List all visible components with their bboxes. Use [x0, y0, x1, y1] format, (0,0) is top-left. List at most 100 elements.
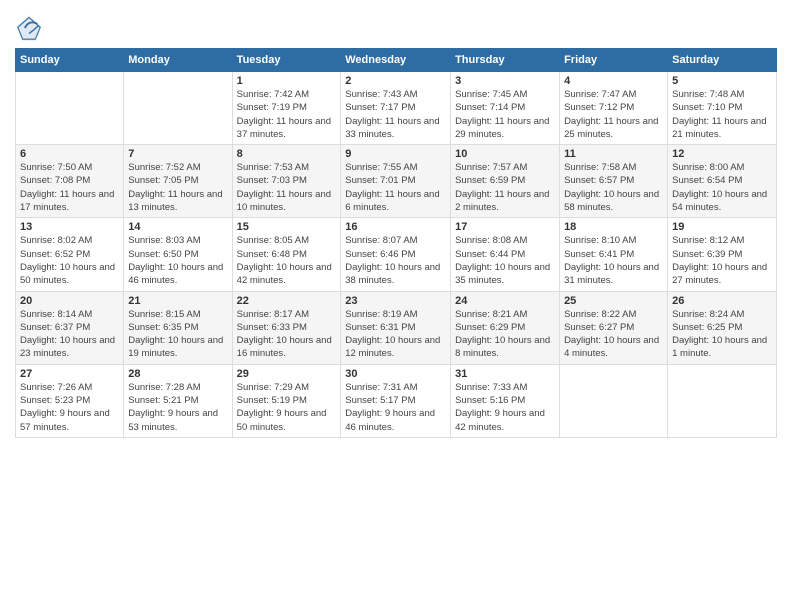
- day-info: Sunrise: 7:26 AM Sunset: 5:23 PM Dayligh…: [20, 381, 119, 434]
- day-info: Sunrise: 8:22 AM Sunset: 6:27 PM Dayligh…: [564, 308, 663, 361]
- day-info: Sunrise: 7:33 AM Sunset: 5:16 PM Dayligh…: [455, 381, 555, 434]
- day-number: 3: [455, 75, 555, 87]
- day-number: 29: [237, 368, 337, 380]
- day-info: Sunrise: 7:45 AM Sunset: 7:14 PM Dayligh…: [455, 88, 555, 141]
- day-info: Sunrise: 8:17 AM Sunset: 6:33 PM Dayligh…: [237, 308, 337, 361]
- main-container: SundayMondayTuesdayWednesdayThursdayFrid…: [0, 0, 792, 443]
- day-number: 27: [20, 368, 119, 380]
- day-info: Sunrise: 8:12 AM Sunset: 6:39 PM Dayligh…: [672, 234, 772, 287]
- day-number: 7: [128, 148, 227, 160]
- day-info: Sunrise: 7:52 AM Sunset: 7:05 PM Dayligh…: [128, 161, 227, 214]
- day-number: 30: [345, 368, 446, 380]
- day-number: 20: [20, 295, 119, 307]
- day-number: 10: [455, 148, 555, 160]
- day-cell: 3Sunrise: 7:45 AM Sunset: 7:14 PM Daylig…: [451, 72, 560, 145]
- day-info: Sunrise: 7:28 AM Sunset: 5:21 PM Dayligh…: [128, 381, 227, 434]
- day-info: Sunrise: 8:14 AM Sunset: 6:37 PM Dayligh…: [20, 308, 119, 361]
- day-info: Sunrise: 7:57 AM Sunset: 6:59 PM Dayligh…: [455, 161, 555, 214]
- col-header-wednesday: Wednesday: [341, 49, 451, 72]
- day-cell: 2Sunrise: 7:43 AM Sunset: 7:17 PM Daylig…: [341, 72, 451, 145]
- day-cell: [16, 72, 124, 145]
- day-number: 1: [237, 75, 337, 87]
- day-info: Sunrise: 8:21 AM Sunset: 6:29 PM Dayligh…: [455, 308, 555, 361]
- day-cell: 4Sunrise: 7:47 AM Sunset: 7:12 PM Daylig…: [560, 72, 668, 145]
- day-info: Sunrise: 8:24 AM Sunset: 6:25 PM Dayligh…: [672, 308, 772, 361]
- day-cell: 30Sunrise: 7:31 AM Sunset: 5:17 PM Dayli…: [341, 364, 451, 437]
- day-cell: 16Sunrise: 8:07 AM Sunset: 6:46 PM Dayli…: [341, 218, 451, 291]
- col-header-friday: Friday: [560, 49, 668, 72]
- day-number: 5: [672, 75, 772, 87]
- day-cell: 6Sunrise: 7:50 AM Sunset: 7:08 PM Daylig…: [16, 145, 124, 218]
- day-cell: 5Sunrise: 7:48 AM Sunset: 7:10 PM Daylig…: [668, 72, 777, 145]
- day-number: 23: [345, 295, 446, 307]
- day-cell: 31Sunrise: 7:33 AM Sunset: 5:16 PM Dayli…: [451, 364, 560, 437]
- day-number: 28: [128, 368, 227, 380]
- day-cell: 12Sunrise: 8:00 AM Sunset: 6:54 PM Dayli…: [668, 145, 777, 218]
- day-info: Sunrise: 7:42 AM Sunset: 7:19 PM Dayligh…: [237, 88, 337, 141]
- day-cell: 25Sunrise: 8:22 AM Sunset: 6:27 PM Dayli…: [560, 291, 668, 364]
- day-number: 11: [564, 148, 663, 160]
- logo-icon: [15, 14, 43, 42]
- col-header-thursday: Thursday: [451, 49, 560, 72]
- day-cell: 19Sunrise: 8:12 AM Sunset: 6:39 PM Dayli…: [668, 218, 777, 291]
- day-info: Sunrise: 8:08 AM Sunset: 6:44 PM Dayligh…: [455, 234, 555, 287]
- day-info: Sunrise: 7:29 AM Sunset: 5:19 PM Dayligh…: [237, 381, 337, 434]
- day-info: Sunrise: 7:48 AM Sunset: 7:10 PM Dayligh…: [672, 88, 772, 141]
- col-header-monday: Monday: [124, 49, 232, 72]
- day-info: Sunrise: 8:15 AM Sunset: 6:35 PM Dayligh…: [128, 308, 227, 361]
- day-info: Sunrise: 8:03 AM Sunset: 6:50 PM Dayligh…: [128, 234, 227, 287]
- day-info: Sunrise: 8:07 AM Sunset: 6:46 PM Dayligh…: [345, 234, 446, 287]
- week-row-5: 27Sunrise: 7:26 AM Sunset: 5:23 PM Dayli…: [16, 364, 777, 437]
- week-row-4: 20Sunrise: 8:14 AM Sunset: 6:37 PM Dayli…: [16, 291, 777, 364]
- day-number: 24: [455, 295, 555, 307]
- week-row-1: 1Sunrise: 7:42 AM Sunset: 7:19 PM Daylig…: [16, 72, 777, 145]
- day-cell: [560, 364, 668, 437]
- day-cell: 11Sunrise: 7:58 AM Sunset: 6:57 PM Dayli…: [560, 145, 668, 218]
- day-number: 18: [564, 221, 663, 233]
- day-number: 4: [564, 75, 663, 87]
- day-number: 8: [237, 148, 337, 160]
- day-cell: 21Sunrise: 8:15 AM Sunset: 6:35 PM Dayli…: [124, 291, 232, 364]
- calendar-table: SundayMondayTuesdayWednesdayThursdayFrid…: [15, 48, 777, 438]
- header-row: [15, 10, 777, 42]
- header-row-days: SundayMondayTuesdayWednesdayThursdayFrid…: [16, 49, 777, 72]
- day-cell: [668, 364, 777, 437]
- day-number: 16: [345, 221, 446, 233]
- day-cell: 13Sunrise: 8:02 AM Sunset: 6:52 PM Dayli…: [16, 218, 124, 291]
- day-number: 21: [128, 295, 227, 307]
- day-cell: 23Sunrise: 8:19 AM Sunset: 6:31 PM Dayli…: [341, 291, 451, 364]
- day-info: Sunrise: 7:47 AM Sunset: 7:12 PM Dayligh…: [564, 88, 663, 141]
- day-info: Sunrise: 8:02 AM Sunset: 6:52 PM Dayligh…: [20, 234, 119, 287]
- day-number: 15: [237, 221, 337, 233]
- week-row-2: 6Sunrise: 7:50 AM Sunset: 7:08 PM Daylig…: [16, 145, 777, 218]
- day-number: 26: [672, 295, 772, 307]
- day-info: Sunrise: 7:31 AM Sunset: 5:17 PM Dayligh…: [345, 381, 446, 434]
- day-number: 17: [455, 221, 555, 233]
- week-row-3: 13Sunrise: 8:02 AM Sunset: 6:52 PM Dayli…: [16, 218, 777, 291]
- day-cell: 27Sunrise: 7:26 AM Sunset: 5:23 PM Dayli…: [16, 364, 124, 437]
- day-cell: 1Sunrise: 7:42 AM Sunset: 7:19 PM Daylig…: [232, 72, 341, 145]
- day-number: 12: [672, 148, 772, 160]
- day-info: Sunrise: 7:55 AM Sunset: 7:01 PM Dayligh…: [345, 161, 446, 214]
- day-info: Sunrise: 8:00 AM Sunset: 6:54 PM Dayligh…: [672, 161, 772, 214]
- day-cell: 26Sunrise: 8:24 AM Sunset: 6:25 PM Dayli…: [668, 291, 777, 364]
- day-cell: 14Sunrise: 8:03 AM Sunset: 6:50 PM Dayli…: [124, 218, 232, 291]
- day-number: 22: [237, 295, 337, 307]
- day-info: Sunrise: 8:19 AM Sunset: 6:31 PM Dayligh…: [345, 308, 446, 361]
- day-cell: 29Sunrise: 7:29 AM Sunset: 5:19 PM Dayli…: [232, 364, 341, 437]
- day-cell: [124, 72, 232, 145]
- day-cell: 20Sunrise: 8:14 AM Sunset: 6:37 PM Dayli…: [16, 291, 124, 364]
- day-number: 9: [345, 148, 446, 160]
- day-number: 25: [564, 295, 663, 307]
- day-number: 6: [20, 148, 119, 160]
- day-info: Sunrise: 8:10 AM Sunset: 6:41 PM Dayligh…: [564, 234, 663, 287]
- day-info: Sunrise: 8:05 AM Sunset: 6:48 PM Dayligh…: [237, 234, 337, 287]
- day-cell: 9Sunrise: 7:55 AM Sunset: 7:01 PM Daylig…: [341, 145, 451, 218]
- day-info: Sunrise: 7:53 AM Sunset: 7:03 PM Dayligh…: [237, 161, 337, 214]
- col-header-saturday: Saturday: [668, 49, 777, 72]
- day-info: Sunrise: 7:43 AM Sunset: 7:17 PM Dayligh…: [345, 88, 446, 141]
- day-number: 13: [20, 221, 119, 233]
- day-number: 31: [455, 368, 555, 380]
- col-header-tuesday: Tuesday: [232, 49, 341, 72]
- day-cell: 8Sunrise: 7:53 AM Sunset: 7:03 PM Daylig…: [232, 145, 341, 218]
